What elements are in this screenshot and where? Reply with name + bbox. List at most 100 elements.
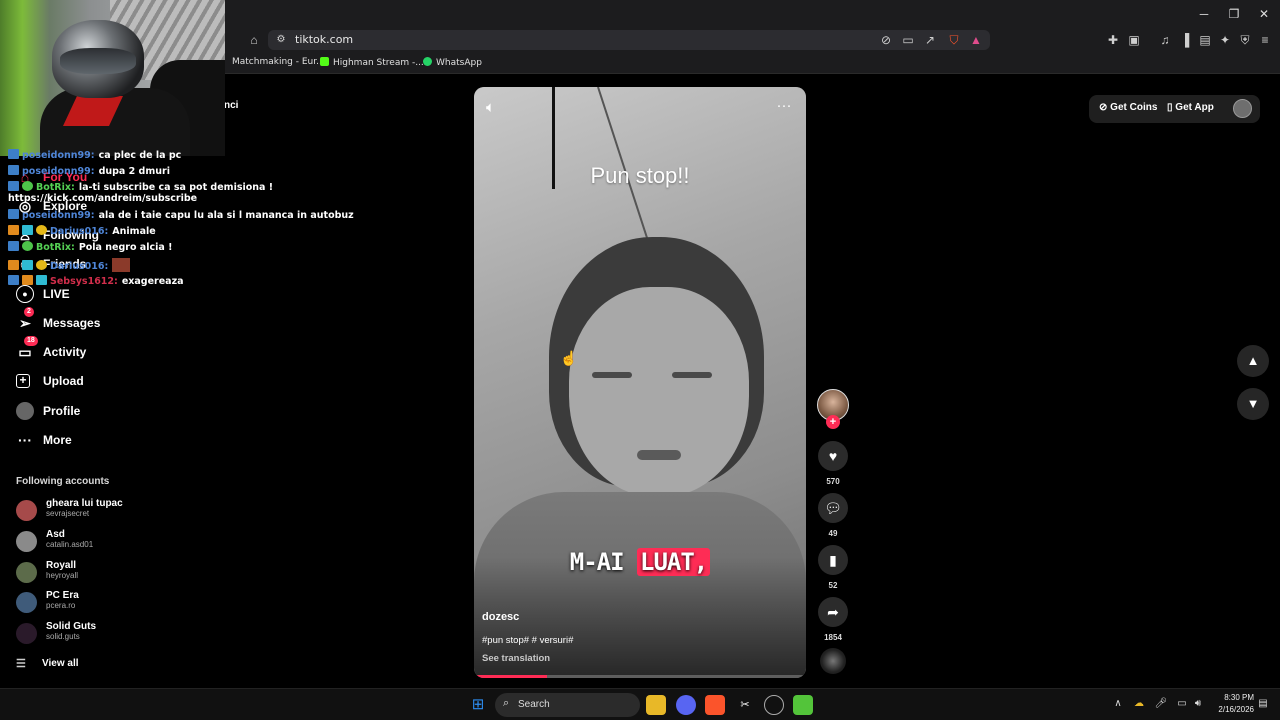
see-translation-link[interactable]: See translation: [482, 653, 550, 664]
avatar: [16, 592, 37, 613]
avatar: [16, 500, 37, 521]
chat-message: poseidonn99: dupa 2 dmuri: [8, 165, 170, 177]
leo-ai-icon[interactable]: ✦: [1217, 33, 1233, 47]
app-icon[interactable]: [764, 695, 784, 715]
like-button[interactable]: ♥: [818, 441, 848, 471]
taskbar-search[interactable]: ⌕ Search: [495, 693, 640, 717]
microphone-icon[interactable]: 🎤︎: [1154, 698, 1168, 709]
account-name: gheara lui tupac: [46, 498, 123, 509]
chat-text: Pola negro alcia !: [78, 242, 173, 253]
following-account[interactable]: gheara lui tupac sevrajsecret: [16, 498, 216, 524]
bookmark-icon[interactable]: ⌂: [246, 33, 262, 47]
maximize-button[interactable]: ❐: [1226, 6, 1242, 22]
bookmark-highman-stream[interactable]: Highman Stream -...: [320, 57, 424, 68]
chat-text: https://kick.com/andreim/subscribe: [8, 193, 198, 204]
share-button[interactable]: ➦: [818, 597, 848, 627]
video-player[interactable]: 🔈︎ ··· Pun stop!! M-AI LUAT, dozesc #pun…: [474, 87, 806, 678]
capcut-icon[interactable]: ✂: [735, 695, 755, 715]
site-info-icon[interactable]: ⚙: [273, 33, 289, 47]
account-name: Royall: [46, 560, 77, 571]
share-icon[interactable]: ↗: [922, 33, 938, 47]
mouse-cursor-icon: ☝: [560, 350, 578, 366]
comment-count: 49: [828, 529, 838, 538]
chat-badge-icon: [8, 260, 19, 270]
nav-upload[interactable]: + Upload: [16, 370, 84, 392]
media-icon[interactable]: ♫: [1157, 33, 1173, 47]
chat-text: ca plec de la pc: [98, 150, 182, 161]
following-account[interactable]: PC Era pcera.ro: [16, 590, 216, 616]
wallet-icon[interactable]: ▤: [1197, 33, 1213, 47]
menu-icon[interactable]: ≡: [1257, 33, 1273, 47]
clock-time[interactable]: 8:30 PM: [1214, 693, 1254, 702]
chat-badge-icon: [36, 260, 47, 270]
video-author[interactable]: dozesc: [482, 611, 519, 623]
chat-message: https://kick.com/andreim/subscribe: [8, 193, 197, 204]
sidebar-toggle-icon[interactable]: ▐: [1177, 33, 1193, 47]
account-handle: sevrajsecret: [46, 509, 90, 518]
video-hashtags[interactable]: #pun stop# # versuri#: [482, 635, 573, 646]
chat-message: BotRix: la-ti subscribe ca sa pot demisio…: [8, 181, 273, 193]
file-explorer-icon[interactable]: [646, 695, 666, 715]
shields-icon[interactable]: ⛉: [946, 33, 962, 47]
chevron-down-icon: ▼: [1246, 396, 1260, 411]
account-handle: solid.guts: [46, 632, 80, 641]
rewards-icon[interactable]: ▲: [968, 33, 984, 47]
chat-badge-icon: [8, 241, 19, 251]
address-bar[interactable]: ⚙ tiktok.com ⊘ ▭ ↗ ⛉ ▲: [268, 30, 990, 50]
search-icon: ⌕: [503, 697, 510, 709]
notification-icon[interactable]: ▤: [1256, 698, 1270, 709]
url-text[interactable]: tiktok.com: [295, 33, 353, 46]
comment-button[interactable]: 💬︎: [818, 493, 848, 523]
nav-messages[interactable]: ➢ 2 Messages: [16, 307, 100, 334]
previous-video-button[interactable]: ▲: [1237, 345, 1269, 377]
caption-plain: M-AI: [569, 548, 625, 576]
emote-icon: [112, 258, 131, 272]
vpn-icon[interactable]: ⛨: [1237, 33, 1253, 47]
chat-user: Darius016:: [50, 226, 109, 237]
more-options-icon[interactable]: ···: [774, 97, 794, 115]
chevron-up-icon: ▲: [1246, 353, 1260, 368]
tray-chevron-icon[interactable]: ∧: [1111, 698, 1125, 709]
windows-start-icon[interactable]: ⊞: [468, 695, 488, 715]
bookmark-matchmaking[interactable]: Matchmaking - Eur...: [232, 57, 325, 67]
following-account[interactable]: Asd catalin.asd01: [16, 529, 216, 555]
network-icon[interactable]: ▭: [1175, 698, 1189, 709]
chat-badge-icon: [8, 275, 19, 285]
next-video-button[interactable]: ▼: [1237, 388, 1269, 420]
speaker-icon[interactable]: 🔊︎: [1191, 698, 1205, 709]
bookmark-whatsapp[interactable]: WhatsApp: [423, 57, 482, 68]
view-all-link[interactable]: ☰ View all: [16, 657, 79, 670]
chat-user: BotRix:: [36, 242, 75, 253]
onedrive-icon[interactable]: ☁: [1132, 698, 1146, 709]
nav-label: More: [43, 433, 72, 447]
get-coins-button[interactable]: ⊘ Get Coins: [1099, 102, 1157, 113]
discord-icon[interactable]: [676, 695, 696, 715]
game-icon[interactable]: [793, 695, 813, 715]
get-app-button[interactable]: ▯ Get App: [1167, 102, 1214, 113]
account-name: Asd: [46, 529, 65, 540]
heart-icon: ♥: [828, 448, 838, 464]
comment-icon: 💬︎: [824, 500, 842, 516]
nav-profile[interactable]: Profile: [16, 400, 80, 422]
close-window-button[interactable]: ✕: [1256, 6, 1272, 22]
music-disc-icon[interactable]: [820, 648, 846, 674]
chat-user: poseidonn99:: [22, 150, 95, 161]
follow-button[interactable]: +: [826, 415, 840, 429]
cast-icon[interactable]: ▭: [900, 33, 916, 47]
clock-date[interactable]: 2/16/2026: [1206, 705, 1254, 714]
nav-more[interactable]: ··· More: [16, 429, 72, 451]
user-avatar[interactable]: [1233, 99, 1252, 118]
following-account[interactable]: Solid Guts solid.guts: [16, 621, 216, 647]
volume-icon[interactable]: 🔈︎: [486, 99, 506, 117]
no-tracking-icon[interactable]: ⊘: [878, 33, 894, 47]
progress-fill: [474, 675, 548, 678]
nav-activity[interactable]: ▭ 18 Activity: [16, 336, 86, 363]
nav-label: Upload: [43, 374, 84, 388]
brave-icon[interactable]: [705, 695, 725, 715]
following-account[interactable]: Royall heyroyall: [16, 560, 216, 586]
save-button[interactable]: ▮: [818, 545, 848, 575]
extensions-icon[interactable]: ✚: [1105, 33, 1121, 47]
tab-icon[interactable]: ▣: [1126, 33, 1142, 47]
minimize-button[interactable]: ─: [1196, 6, 1212, 22]
video-progress-bar[interactable]: [474, 675, 806, 678]
